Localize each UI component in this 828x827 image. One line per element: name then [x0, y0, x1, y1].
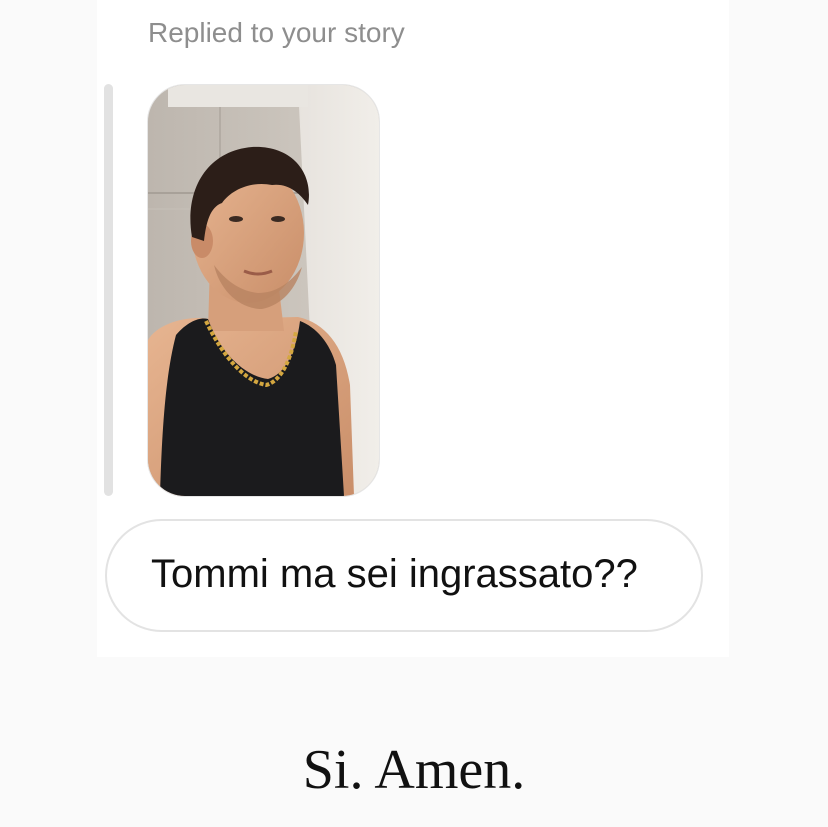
message-bubble[interactable]: Tommi ma sei ingrassato??: [105, 519, 703, 632]
reply-quote-bar: [104, 84, 113, 496]
overlay-caption: Si. Amen.: [302, 739, 526, 801]
story-thumbnail[interactable]: [147, 84, 380, 497]
story-photo: [148, 85, 379, 496]
story-reply-caption: Replied to your story: [148, 17, 405, 48]
message-text: Tommi ma sei ingrassato??: [151, 552, 638, 596]
